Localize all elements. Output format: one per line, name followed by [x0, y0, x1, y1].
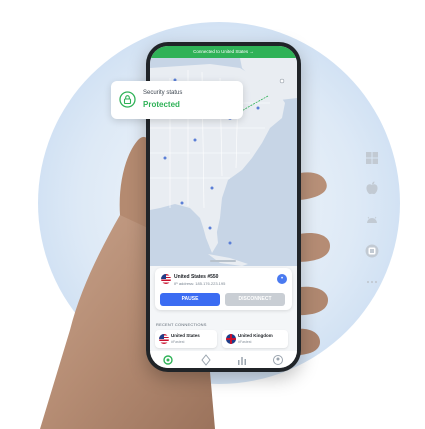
- recent-item-united-states[interactable]: United States #Fastest: [155, 330, 217, 348]
- ip-value: 185.176.223.195: [195, 281, 226, 286]
- connection-panel: United States #550 IP address: 185.176.2…: [155, 268, 292, 310]
- apple-icon: [366, 181, 378, 195]
- server-name: United States #550: [174, 274, 219, 280]
- us-flag-icon: [159, 334, 169, 344]
- sheet-handle[interactable]: [210, 260, 236, 262]
- recent-item-sub: #Fastest: [238, 340, 252, 344]
- recent-connections-label: RECENT CONNECTIONS: [156, 322, 207, 327]
- ip-address: IP address: 185.176.223.195: [174, 281, 225, 286]
- uk-flag-icon: [226, 334, 236, 344]
- disconnect-button[interactable]: DISCONNECT: [225, 293, 285, 306]
- pause-button[interactable]: PAUSE: [160, 293, 220, 306]
- lock-icon: [119, 91, 136, 108]
- profile-icon[interactable]: [272, 354, 284, 366]
- browser-extension-icon: [365, 244, 379, 258]
- android-icon: [367, 216, 377, 223]
- us-flag-icon: [161, 274, 171, 284]
- meshnet-icon[interactable]: [200, 354, 212, 366]
- vpn-icon[interactable]: [162, 354, 174, 366]
- connection-status-bar[interactable]: Connected to United States →: [150, 46, 297, 58]
- recent-item-united-kingdom[interactable]: United Kingdom #Fastest: [222, 330, 288, 348]
- stats-icon[interactable]: [236, 354, 248, 366]
- security-status-card: Security status Protected: [111, 81, 243, 119]
- recent-item-sub: #Fastest: [171, 340, 185, 344]
- recent-item-name: United Kingdom: [238, 333, 273, 338]
- security-status-title: Security status: [143, 90, 183, 96]
- windows-icon: [366, 152, 378, 164]
- ip-label: IP address:: [174, 281, 195, 286]
- more-icon: [366, 280, 378, 284]
- server-options-icon[interactable]: •: [277, 274, 287, 284]
- security-status-value: Protected: [143, 100, 180, 109]
- recent-item-name: United States: [171, 333, 200, 338]
- bottom-tab-bar: [150, 351, 297, 368]
